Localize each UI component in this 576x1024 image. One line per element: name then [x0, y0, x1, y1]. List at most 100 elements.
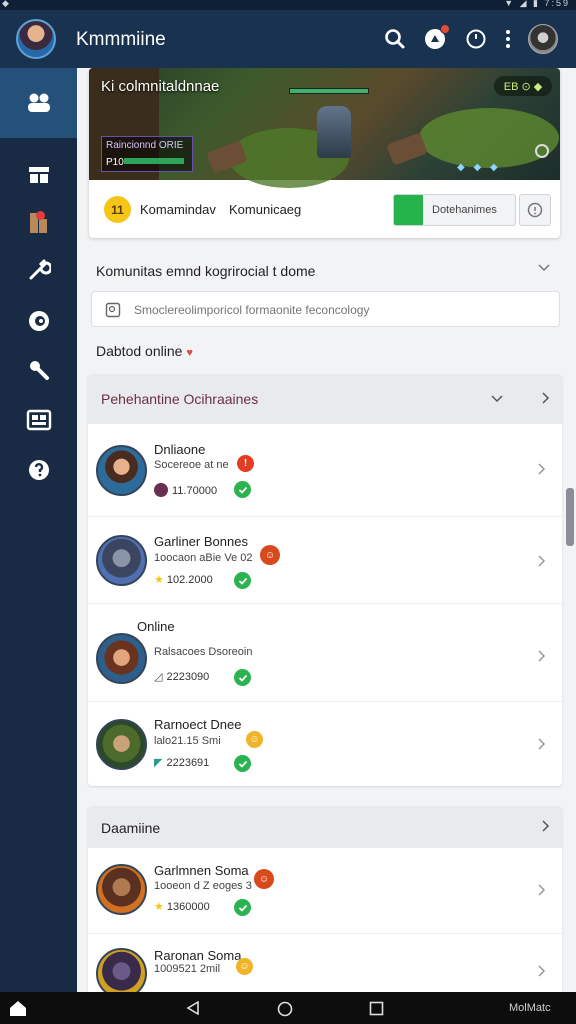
banner-settings-icon[interactable]	[535, 144, 549, 158]
chevron-right-icon	[538, 884, 546, 896]
system-nav-bar: MolMatc	[0, 992, 576, 1024]
hud-bar	[124, 158, 184, 164]
store-icon	[28, 167, 49, 183]
main-content: Ki colmnitaldnnae EB ⊙ ◆ Raincionnd ORIE…	[77, 68, 576, 992]
row-chevron-button[interactable]	[537, 462, 547, 481]
user-avatar[interactable]	[528, 24, 558, 54]
member-name: Garlmnen Soma	[154, 863, 249, 878]
chevron-down-icon	[491, 395, 503, 403]
avatar	[96, 445, 147, 496]
more-menu-button[interactable]	[494, 25, 522, 53]
community-icon	[27, 93, 50, 112]
member-stat: ★ 1360000	[154, 900, 210, 913]
info-icon	[527, 202, 543, 218]
sidebar-item-help[interactable]	[0, 442, 77, 498]
row-chevron-button[interactable]	[537, 883, 547, 902]
back-triangle-icon	[186, 1000, 199, 1016]
banner-pill[interactable]: EB ⊙ ◆	[494, 76, 552, 96]
sidebar-item-eye[interactable]	[0, 293, 77, 349]
banner-title: Ki colmnitaldnnae	[101, 78, 220, 95]
sidebar-item-cards[interactable]	[0, 392, 77, 448]
open-panel-button[interactable]	[538, 391, 552, 410]
verified-check-icon	[234, 669, 251, 686]
app-bar: Kmmmiine	[0, 10, 576, 68]
member-stat-value: 2223691	[166, 757, 210, 769]
image-search-icon	[105, 302, 121, 318]
sidebar-item-wrench[interactable]	[0, 242, 77, 298]
notification-button[interactable]	[421, 24, 450, 53]
row-chevron-button[interactable]	[537, 649, 547, 668]
avatar	[96, 864, 147, 915]
avatar	[96, 948, 147, 992]
member-subtitle: Socereoe at ne	[154, 459, 229, 471]
online-heading: Dabtod online ♥	[96, 343, 193, 359]
member-stat-value: 102.2000	[166, 574, 213, 586]
avatar	[96, 719, 147, 770]
member-subtitle: 1009521 2mil	[154, 963, 221, 975]
chevron-right-icon	[538, 463, 546, 475]
star-icon: ★	[154, 901, 164, 913]
member-subtitle: lalo21.15 Smi	[154, 735, 221, 747]
status-right: ▼ ◢ ▮ 7:59	[504, 0, 570, 8]
home-circle-icon	[277, 1001, 293, 1017]
member-subtitle: 1oocaon aBie Ve 02	[154, 552, 253, 564]
open-panel-button[interactable]	[538, 819, 552, 838]
list-item[interactable]: Rarnoect Dnee lalo21.15 Smi ☺ ◤ 2223691	[88, 702, 562, 786]
history-button[interactable]	[462, 25, 490, 53]
row-chevron-button[interactable]	[537, 964, 547, 983]
app-home-button[interactable]	[8, 999, 28, 1022]
member-stat: ◿ 2223090	[154, 670, 209, 683]
emoji-badge: ☺	[254, 869, 274, 889]
member-name: Online	[137, 619, 175, 634]
back-button[interactable]	[186, 1000, 200, 1020]
featured-card[interactable]: Ki colmnitaldnnae EB ⊙ ◆ Raincionnd ORIE…	[89, 68, 560, 238]
member-stat-value: 11.70000	[172, 485, 218, 497]
list-item[interactable]: Garlmnen Soma 1ooeon d Z eoges 3 ☺ ★ 1360…	[88, 848, 562, 934]
section-heading: Komunitas emnd kogrirocial t dome	[96, 263, 316, 279]
secondary-panel-header[interactable]: Daamiine	[88, 806, 562, 848]
sidebar-item-community[interactable]	[0, 68, 77, 138]
card-label-right: Komunicaeg	[229, 202, 302, 217]
featured-banner-image[interactable]: Ki colmnitaldnnae EB ⊙ ◆ Raincionnd ORIE…	[89, 68, 560, 188]
list-item[interactable]: Raronan Soma 1009521 2mil ☺	[88, 934, 562, 992]
row-chevron-button[interactable]	[537, 554, 547, 573]
search-button[interactable]	[381, 25, 409, 53]
card-icon	[26, 409, 51, 431]
verified-check-icon	[234, 481, 251, 498]
recents-button[interactable]	[369, 1001, 384, 1021]
members-panel-header[interactable]: Pehehantine Ocihraaines	[88, 374, 562, 424]
list-item[interactable]: Dnliaone Socereoe at ne ! 11.70000	[88, 424, 562, 517]
chevron-down-icon	[538, 264, 550, 272]
hud-value: P10	[106, 157, 124, 168]
secondary-panel: Daamiine Garlmnen Soma 1ooeon d Z eoges …	[88, 806, 562, 992]
card-label-left: Komamindav	[140, 202, 216, 217]
app-title: Kmmmiine	[76, 29, 166, 50]
avatar	[96, 633, 147, 684]
member-stat: ◤ 2223691	[154, 756, 209, 769]
member-name: Garliner Bonnes	[154, 534, 248, 549]
send-icon: ◤	[154, 757, 163, 769]
banner-rock-2	[386, 132, 428, 166]
scrollbar-thumb[interactable]	[566, 488, 574, 546]
list-item[interactable]: Online Ralsacoes Dsoreoin ◿ 2223090	[88, 604, 562, 702]
download-button[interactable]: Dotehanimes	[393, 194, 516, 226]
row-chevron-button[interactable]	[537, 737, 547, 756]
sidebar-item-tools[interactable]	[0, 342, 77, 398]
search-bar[interactable]	[91, 291, 560, 327]
collapse-button[interactable]	[490, 392, 504, 411]
pointer-icon: ◿	[154, 671, 163, 683]
home-button[interactable]	[277, 1001, 293, 1022]
member-stat-value: 1360000	[166, 901, 210, 913]
info-button[interactable]	[519, 194, 551, 226]
list-item[interactable]: Garliner Bonnes 1oocaon aBie Ve 02 ☺ ★ 10…	[88, 517, 562, 604]
avatar	[96, 535, 147, 586]
search-input[interactable]	[134, 300, 544, 320]
download-status-indicator	[394, 195, 423, 225]
section-expand-button[interactable]	[537, 261, 551, 280]
members-panel-title: Pehehantine Ocihraaines	[101, 391, 259, 407]
home-icon	[10, 1001, 26, 1016]
tools-icon	[29, 361, 49, 380]
member-name: Rarnoect Dnee	[154, 717, 242, 732]
app-logo-avatar[interactable]	[16, 19, 56, 59]
member-name: Dnliaone	[154, 442, 206, 457]
